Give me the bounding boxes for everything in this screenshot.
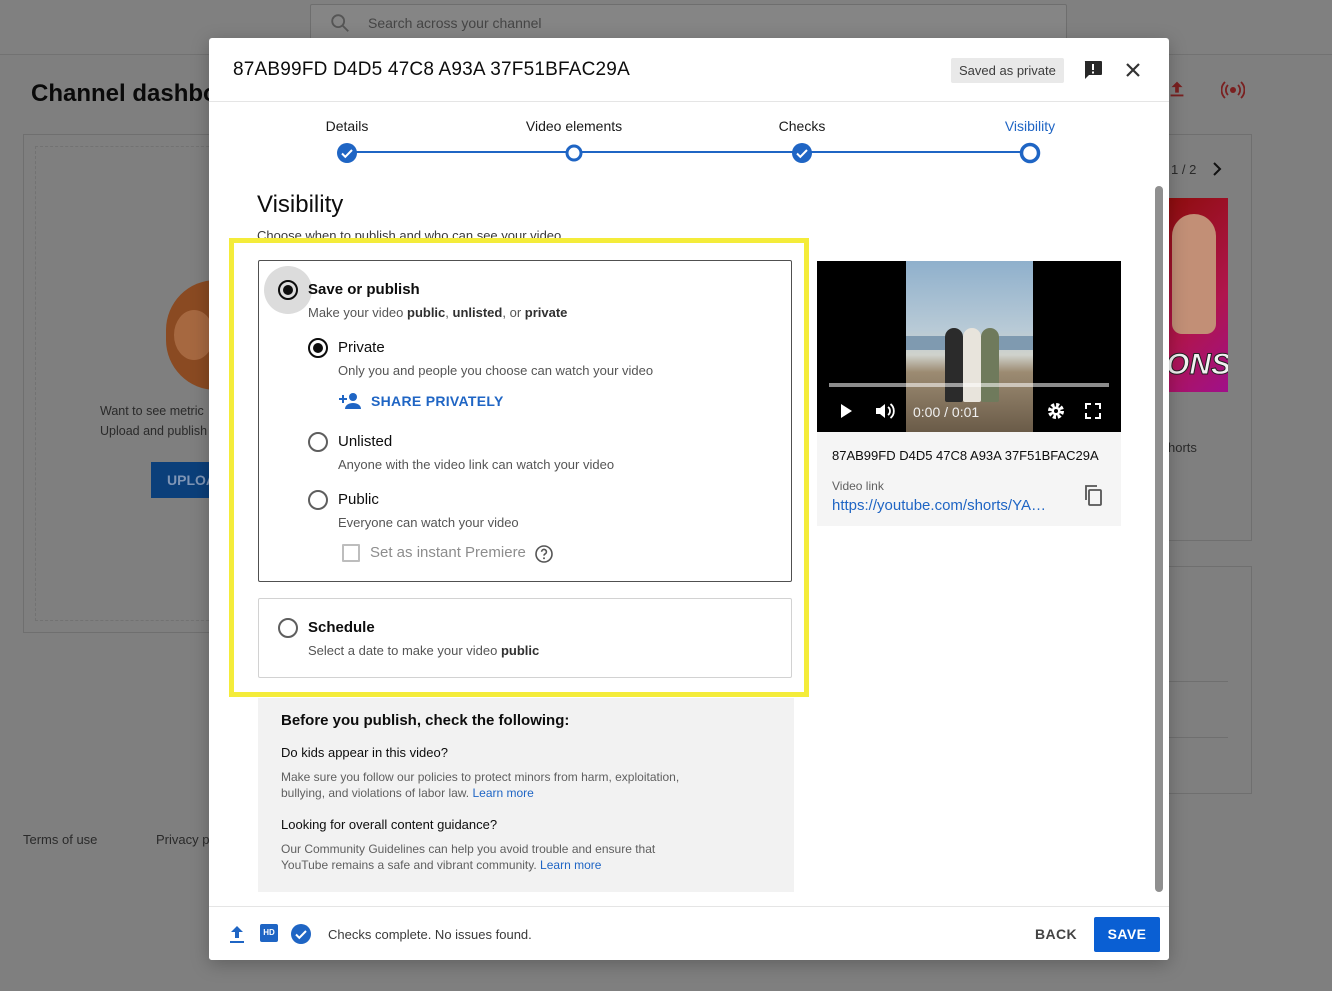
background-privacy-link: Privacy p [156, 832, 210, 847]
copy-icon[interactable] [1081, 483, 1105, 507]
kids-guidance-text: Make sure you follow our policies to pro… [281, 770, 680, 800]
hd-badge-icon[interactable]: HD [260, 924, 278, 942]
highlight-box [229, 238, 809, 697]
upload-icon [1170, 81, 1184, 97]
feedback-icon[interactable] [1081, 58, 1105, 82]
step-circle-icon [565, 144, 583, 162]
content-guidance-question: Looking for overall content guidance? [281, 817, 498, 832]
progress-stepper: Details Video elements Checks Visibility [209, 102, 1169, 172]
background-short-thumbnail: ONS [1168, 198, 1228, 392]
video-link[interactable]: https://youtube.com/shorts/YAnMdN8d8Zk [832, 497, 1054, 514]
step-details-label: Details [325, 118, 369, 134]
background-prompt-line1: Want to see metric [100, 404, 204, 418]
close-icon[interactable] [1121, 58, 1145, 82]
step-active-circle-icon [1019, 142, 1041, 164]
step-visibility-label: Visibility [1004, 118, 1056, 134]
save-button[interactable]: SAVE [1094, 917, 1160, 952]
search-icon [331, 14, 349, 32]
upload-status-icon[interactable] [227, 923, 247, 945]
background-shorts-label: horts [1168, 440, 1197, 455]
background-search-placeholder: Search across your channel [368, 15, 542, 31]
video-link-label: Video link [832, 479, 884, 493]
saved-status-badge: Saved as private [951, 58, 1064, 83]
stepper-line [347, 151, 1031, 153]
back-button[interactable]: BACK [1035, 921, 1077, 947]
volume-icon[interactable] [873, 401, 897, 421]
learn-more-link[interactable]: Learn more [540, 858, 601, 872]
background-right-card-2 [1168, 566, 1252, 794]
video-progress-bar[interactable] [829, 383, 1109, 387]
background-upload-button: UPLOA [151, 462, 216, 498]
visibility-heading: Visibility [257, 191, 344, 218]
community-guidelines-text: Our Community Guidelines can help you av… [281, 842, 656, 872]
step-visibility[interactable]: Visibility [960, 118, 1100, 164]
check-circle-icon [792, 143, 812, 163]
before-publish-panel: Before you publish, check the following:… [258, 698, 794, 892]
dialog-header: 87AB99FD D4D5 47C8 A93A 37F51BFAC29A Sav… [209, 38, 1169, 102]
gear-icon[interactable] [1046, 401, 1066, 421]
upload-dialog: 87AB99FD D4D5 47C8 A93A 37F51BFAC29A Sav… [209, 38, 1169, 960]
background-page-title: Channel dashboa [31, 80, 232, 107]
check-circle-icon [337, 143, 357, 163]
background-thumbnail-text: ONS [1168, 348, 1228, 382]
dialog-footer: HD Checks complete. No issues found. BAC… [209, 906, 1169, 960]
learn-more-link[interactable]: Learn more [472, 786, 533, 800]
go-live-icon [1221, 81, 1245, 99]
step-video-elements[interactable]: Video elements [504, 118, 644, 162]
video-time: 0:00 / 0:01 [913, 404, 980, 420]
visibility-subheading: Choose when to publish and who can see y… [257, 228, 562, 238]
step-checks-label: Checks [778, 118, 826, 134]
fullscreen-icon[interactable] [1083, 401, 1103, 421]
background-pager: 1 / 2 [1171, 162, 1197, 177]
video-preview-card: 0:00 / 0:01 87AB99FD D4D5 47C8 A93A 37F5… [817, 261, 1121, 526]
step-video-elements-label: Video elements [525, 118, 623, 134]
background-prompt-line2: Upload and publish [100, 424, 208, 438]
play-icon[interactable] [837, 401, 855, 421]
dialog-title: 87AB99FD D4D5 47C8 A93A 37F51BFAC29A [233, 59, 630, 80]
checks-status-text: Checks complete. No issues found. [328, 927, 532, 942]
check-circle-icon[interactable] [290, 923, 312, 945]
kids-question: Do kids appear in this video? [281, 745, 448, 760]
step-checks[interactable]: Checks [732, 118, 872, 163]
preview-video-name: 87AB99FD D4D5 47C8 A93A 37F51BFAC29A [832, 448, 1099, 463]
background-search-bar: Search across your channel [310, 4, 1067, 40]
chevron-right-icon [1213, 162, 1222, 176]
step-details[interactable]: Details [277, 118, 417, 163]
dialog-scrollbar[interactable] [1155, 186, 1163, 892]
before-publish-title: Before you publish, check the following: [281, 712, 570, 729]
background-upload-card [23, 134, 215, 633]
video-player[interactable]: 0:00 / 0:01 [817, 261, 1121, 432]
background-terms-link: Terms of use [23, 832, 98, 847]
